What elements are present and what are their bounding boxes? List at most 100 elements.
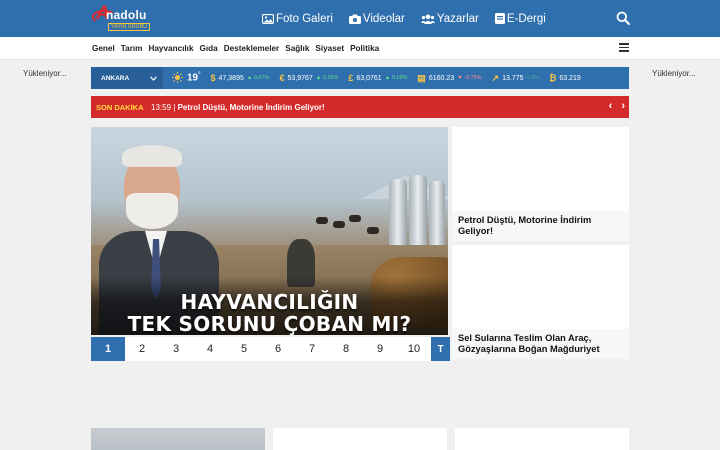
side-news-title: Sel Sularına Teslim Olan Araç, Gözyaşlar… [452, 329, 629, 359]
image-icon [262, 13, 274, 24]
market-usd[interactable]: $ 47,3895 ▲ 0.07% [211, 73, 270, 83]
page-button-1[interactable]: 1 [91, 337, 125, 361]
category-genel[interactable]: Genel [92, 44, 115, 53]
chevron-right-icon[interactable]: › [621, 100, 625, 112]
market-change: ▼ -0.75% [457, 75, 482, 81]
category-menu: Genel Tarım Hayvancılık Gıda Desteklemel… [92, 37, 379, 59]
page-button-10[interactable]: 10 [397, 337, 431, 361]
market-value: 13.775 [502, 74, 524, 82]
side-news-card[interactable]: Sel Sularına Teslim Olan Araç, Gözyaşlar… [452, 245, 629, 359]
breaking-time: 13:59 [151, 102, 172, 112]
search-icon[interactable] [616, 11, 630, 25]
page-button-8[interactable]: 8 [329, 337, 363, 361]
market-ticker: ANKARA 19° $ 47,3895 ▲ 0.07% € 53,9767 ▲… [91, 67, 629, 89]
city-name: ANKARA [101, 74, 130, 82]
category-hayvancilik[interactable]: Hayvancılık [148, 44, 193, 53]
market-bist[interactable]: ↗ 13.775 0.8% [492, 73, 540, 84]
chevron-down-icon [150, 75, 157, 81]
nav-label: E-Dergi [506, 12, 546, 25]
market-eur[interactable]: € 53,9767 ▲ 0.15% [279, 73, 338, 83]
hero-silo [409, 175, 427, 251]
breaking-label: SON DAKİKA [96, 102, 144, 112]
site-header: A nadolu YAYIN GRUBU Foto Galeri Videola… [0, 0, 720, 37]
market-change: ▲ 0.07% [246, 75, 270, 81]
euro-icon: € [279, 73, 285, 83]
nav-label: Foto Galeri [276, 12, 333, 25]
market-value: 63.219 [559, 74, 581, 82]
side-news-image [452, 245, 629, 327]
temperature: 19° [187, 72, 201, 84]
left-ad-loading: Yükleniyor... [23, 69, 67, 78]
camera-icon [348, 14, 361, 24]
hero-silo [389, 179, 407, 251]
breaking-headline: Petrol Düştü, Motorine İndirim Geliyor! [177, 102, 325, 112]
market-change: ▲ 0.16% [384, 75, 408, 81]
right-ad-loading: Yükleniyor... [652, 69, 696, 78]
page-button-2[interactable]: 2 [125, 337, 159, 361]
market-value: 53,9767 [287, 74, 313, 82]
chevron-left-icon[interactable]: ‹ [609, 100, 613, 112]
weather-widget: 19° [172, 72, 201, 84]
users-icon [420, 14, 435, 24]
market-value: 6160.23 [428, 74, 455, 82]
top-navigation: Foto Galeri Videolar Yazarlar E-Dergi [262, 0, 546, 37]
bitcoin-icon: ₿ [549, 73, 557, 83]
bottom-news-card[interactable] [273, 428, 447, 450]
breaking-nav: ‹ › [609, 100, 625, 112]
category-desteklemeler[interactable]: Desteklemeler [224, 44, 280, 53]
nav-e-dergi[interactable]: E-Dergi [494, 12, 546, 25]
breaking-news-bar: SON DAKİKA 13:59 | Petrol Düştü, Motorin… [91, 96, 629, 118]
hero-title-line2: TEK SORUNU ÇOBAN MI? [127, 312, 412, 335]
hero-slider[interactable]: HAYVANCILIĞIN TEK SORUNU ÇOBAN MI? [91, 127, 448, 335]
category-saglik[interactable]: Sağlık [285, 44, 309, 53]
bottom-news-card[interactable] [91, 428, 265, 450]
bottom-news-card[interactable] [455, 428, 629, 450]
side-news-card[interactable]: Petrol Düştü, Motorine İndirim Geliyor! [452, 127, 629, 241]
page-button-7[interactable]: 7 [295, 337, 329, 361]
hero-cow [316, 217, 328, 224]
chart-icon: ↗ [491, 72, 500, 83]
hero-cow [349, 215, 361, 222]
logo-subtitle: YAYIN GRUBU [108, 23, 150, 31]
category-siyaset[interactable]: Siyaset [315, 44, 344, 53]
nav-yazarlar[interactable]: Yazarlar [420, 12, 479, 25]
nav-videolar[interactable]: Videolar [348, 12, 405, 25]
hero-cow [367, 227, 379, 234]
page-button-3[interactable]: 3 [159, 337, 193, 361]
breaking-headline-link[interactable]: 13:59 | Petrol Düştü, Motorine İndirim G… [151, 103, 325, 112]
page-button-6[interactable]: 6 [261, 337, 295, 361]
breaking-separator: | [173, 102, 176, 112]
category-tarim[interactable]: Tarım [121, 44, 143, 53]
site-logo[interactable]: A nadolu YAYIN GRUBU [92, 3, 164, 32]
logo-word: nadolu [106, 8, 147, 22]
side-news-title: Petrol Düştü, Motorine İndirim Geliyor! [452, 211, 629, 241]
hero-pagination: 1 2 3 4 5 6 7 8 9 10 T [91, 337, 450, 361]
market-gbp[interactable]: £ 63,0761 ▲ 0.16% [348, 73, 407, 83]
market-value: 47,3895 [218, 74, 244, 82]
market-change: ▲ 0.15% [315, 75, 339, 81]
category-politika[interactable]: Politika [350, 44, 379, 53]
dollar-icon: $ [210, 73, 216, 83]
hero-title-line1: HAYVANCILIĞIN [180, 290, 359, 314]
book-icon [494, 13, 505, 24]
pound-icon: £ [348, 73, 354, 83]
nav-label: Yazarlar [436, 12, 479, 25]
nav-foto-galeri[interactable]: Foto Galeri [262, 13, 333, 25]
page-button-4[interactable]: 4 [193, 337, 227, 361]
page-button-5[interactable]: 5 [227, 337, 261, 361]
market-btc[interactable]: ₿ 63.219 [549, 73, 581, 83]
side-news-image [452, 127, 629, 209]
city-select[interactable]: ANKARA [91, 67, 163, 89]
category-gida[interactable]: Gıda [200, 44, 218, 53]
page-button-all[interactable]: T [431, 337, 450, 361]
hero-silo [429, 181, 445, 251]
gold-icon: ▤ [417, 72, 426, 83]
hero-cow [333, 221, 345, 228]
market-value: 63,0761 [356, 74, 382, 82]
market-gold[interactable]: ▤ 6160.23 ▼ -0.75% [417, 73, 481, 84]
sun-icon [172, 72, 183, 84]
nav-label: Videolar [362, 12, 405, 25]
market-change: 0.8% [526, 75, 540, 81]
hamburger-menu-icon[interactable] [619, 43, 629, 52]
page-button-9[interactable]: 9 [363, 337, 397, 361]
